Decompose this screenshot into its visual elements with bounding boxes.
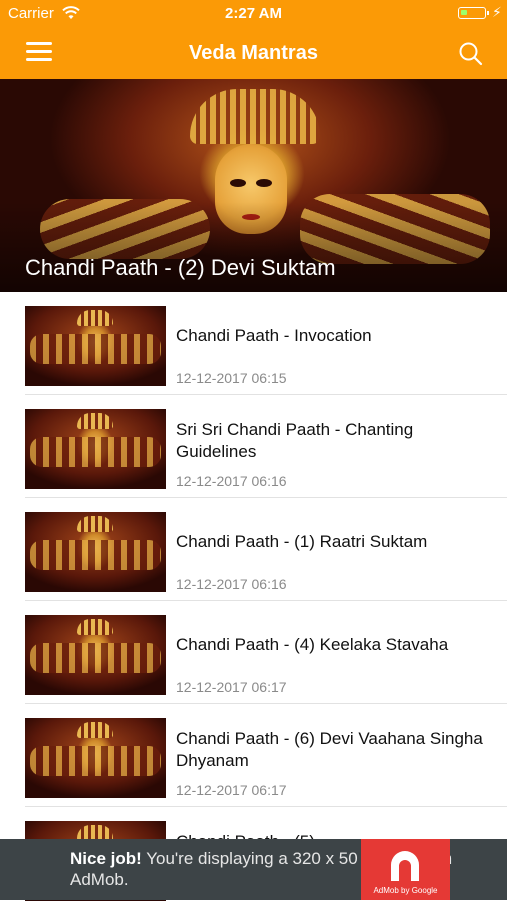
item-thumbnail	[25, 409, 166, 489]
item-date: 12-12-2017 06:17	[176, 782, 287, 798]
featured-title: Chandi Paath - (2) Devi Suktam	[25, 255, 336, 280]
item-title: Chandi Paath - (1) Raatri Suktam	[176, 532, 428, 551]
item-date: 12-12-2017 06:16	[176, 576, 287, 592]
deity-image	[190, 89, 320, 144]
battery-icon	[458, 7, 489, 19]
item-thumbnail	[25, 306, 166, 386]
list-item[interactable]: Chandi Paath - Invocation 12-12-2017 06:…	[0, 292, 507, 395]
item-thumbnail	[25, 512, 166, 592]
ad-headline: Nice job!	[70, 849, 142, 868]
item-date: 12-12-2017 06:17	[176, 679, 287, 695]
list-item[interactable]: Chandi Paath - (6) Devi Vaahana Singha D…	[0, 704, 507, 807]
list-item[interactable]: Chandi Paath - (4) Keelaka Stavaha 12-12…	[0, 601, 507, 704]
page-title: Veda Mantras	[189, 42, 318, 64]
charging-icon: ⚡	[492, 4, 502, 20]
nav-bar: Veda Mantras	[0, 28, 507, 79]
admob-logo[interactable]: AdMob by Google	[361, 839, 450, 900]
item-thumbnail	[25, 718, 166, 798]
featured-banner[interactable]: Chandi Paath - (2) Devi Suktam	[0, 79, 507, 292]
item-title: Chandi Paath - (4) Keelaka Stavaha	[176, 635, 449, 654]
ad-banner[interactable]: Nice job! You're displaying a 320 x 50 t…	[0, 839, 507, 900]
item-title: Chandi Paath - (6) Devi Vaahana Singha D…	[176, 729, 483, 770]
status-bar: Carrier 2:27 AM ⚡	[0, 0, 507, 28]
item-title: Chandi Paath - Invocation	[176, 326, 372, 345]
admob-icon	[391, 851, 419, 881]
item-date: 12-12-2017 06:15	[176, 370, 287, 386]
item-date: 12-12-2017 06:16	[176, 473, 287, 489]
list-item[interactable]: Sri Sri Chandi Paath - Chanting Guidelin…	[0, 395, 507, 498]
item-title: Sri Sri Chandi Paath - Chanting Guidelin…	[176, 420, 414, 461]
search-icon[interactable]	[458, 41, 484, 67]
list-item[interactable]: Chandi Paath - (1) Raatri Suktam 12-12-2…	[0, 498, 507, 601]
status-time: 2:27 AM	[225, 5, 282, 22]
app-header: Carrier 2:27 AM ⚡ Veda Mantras	[0, 0, 507, 79]
item-thumbnail	[25, 615, 166, 695]
admob-caption: AdMob by Google	[373, 886, 438, 895]
